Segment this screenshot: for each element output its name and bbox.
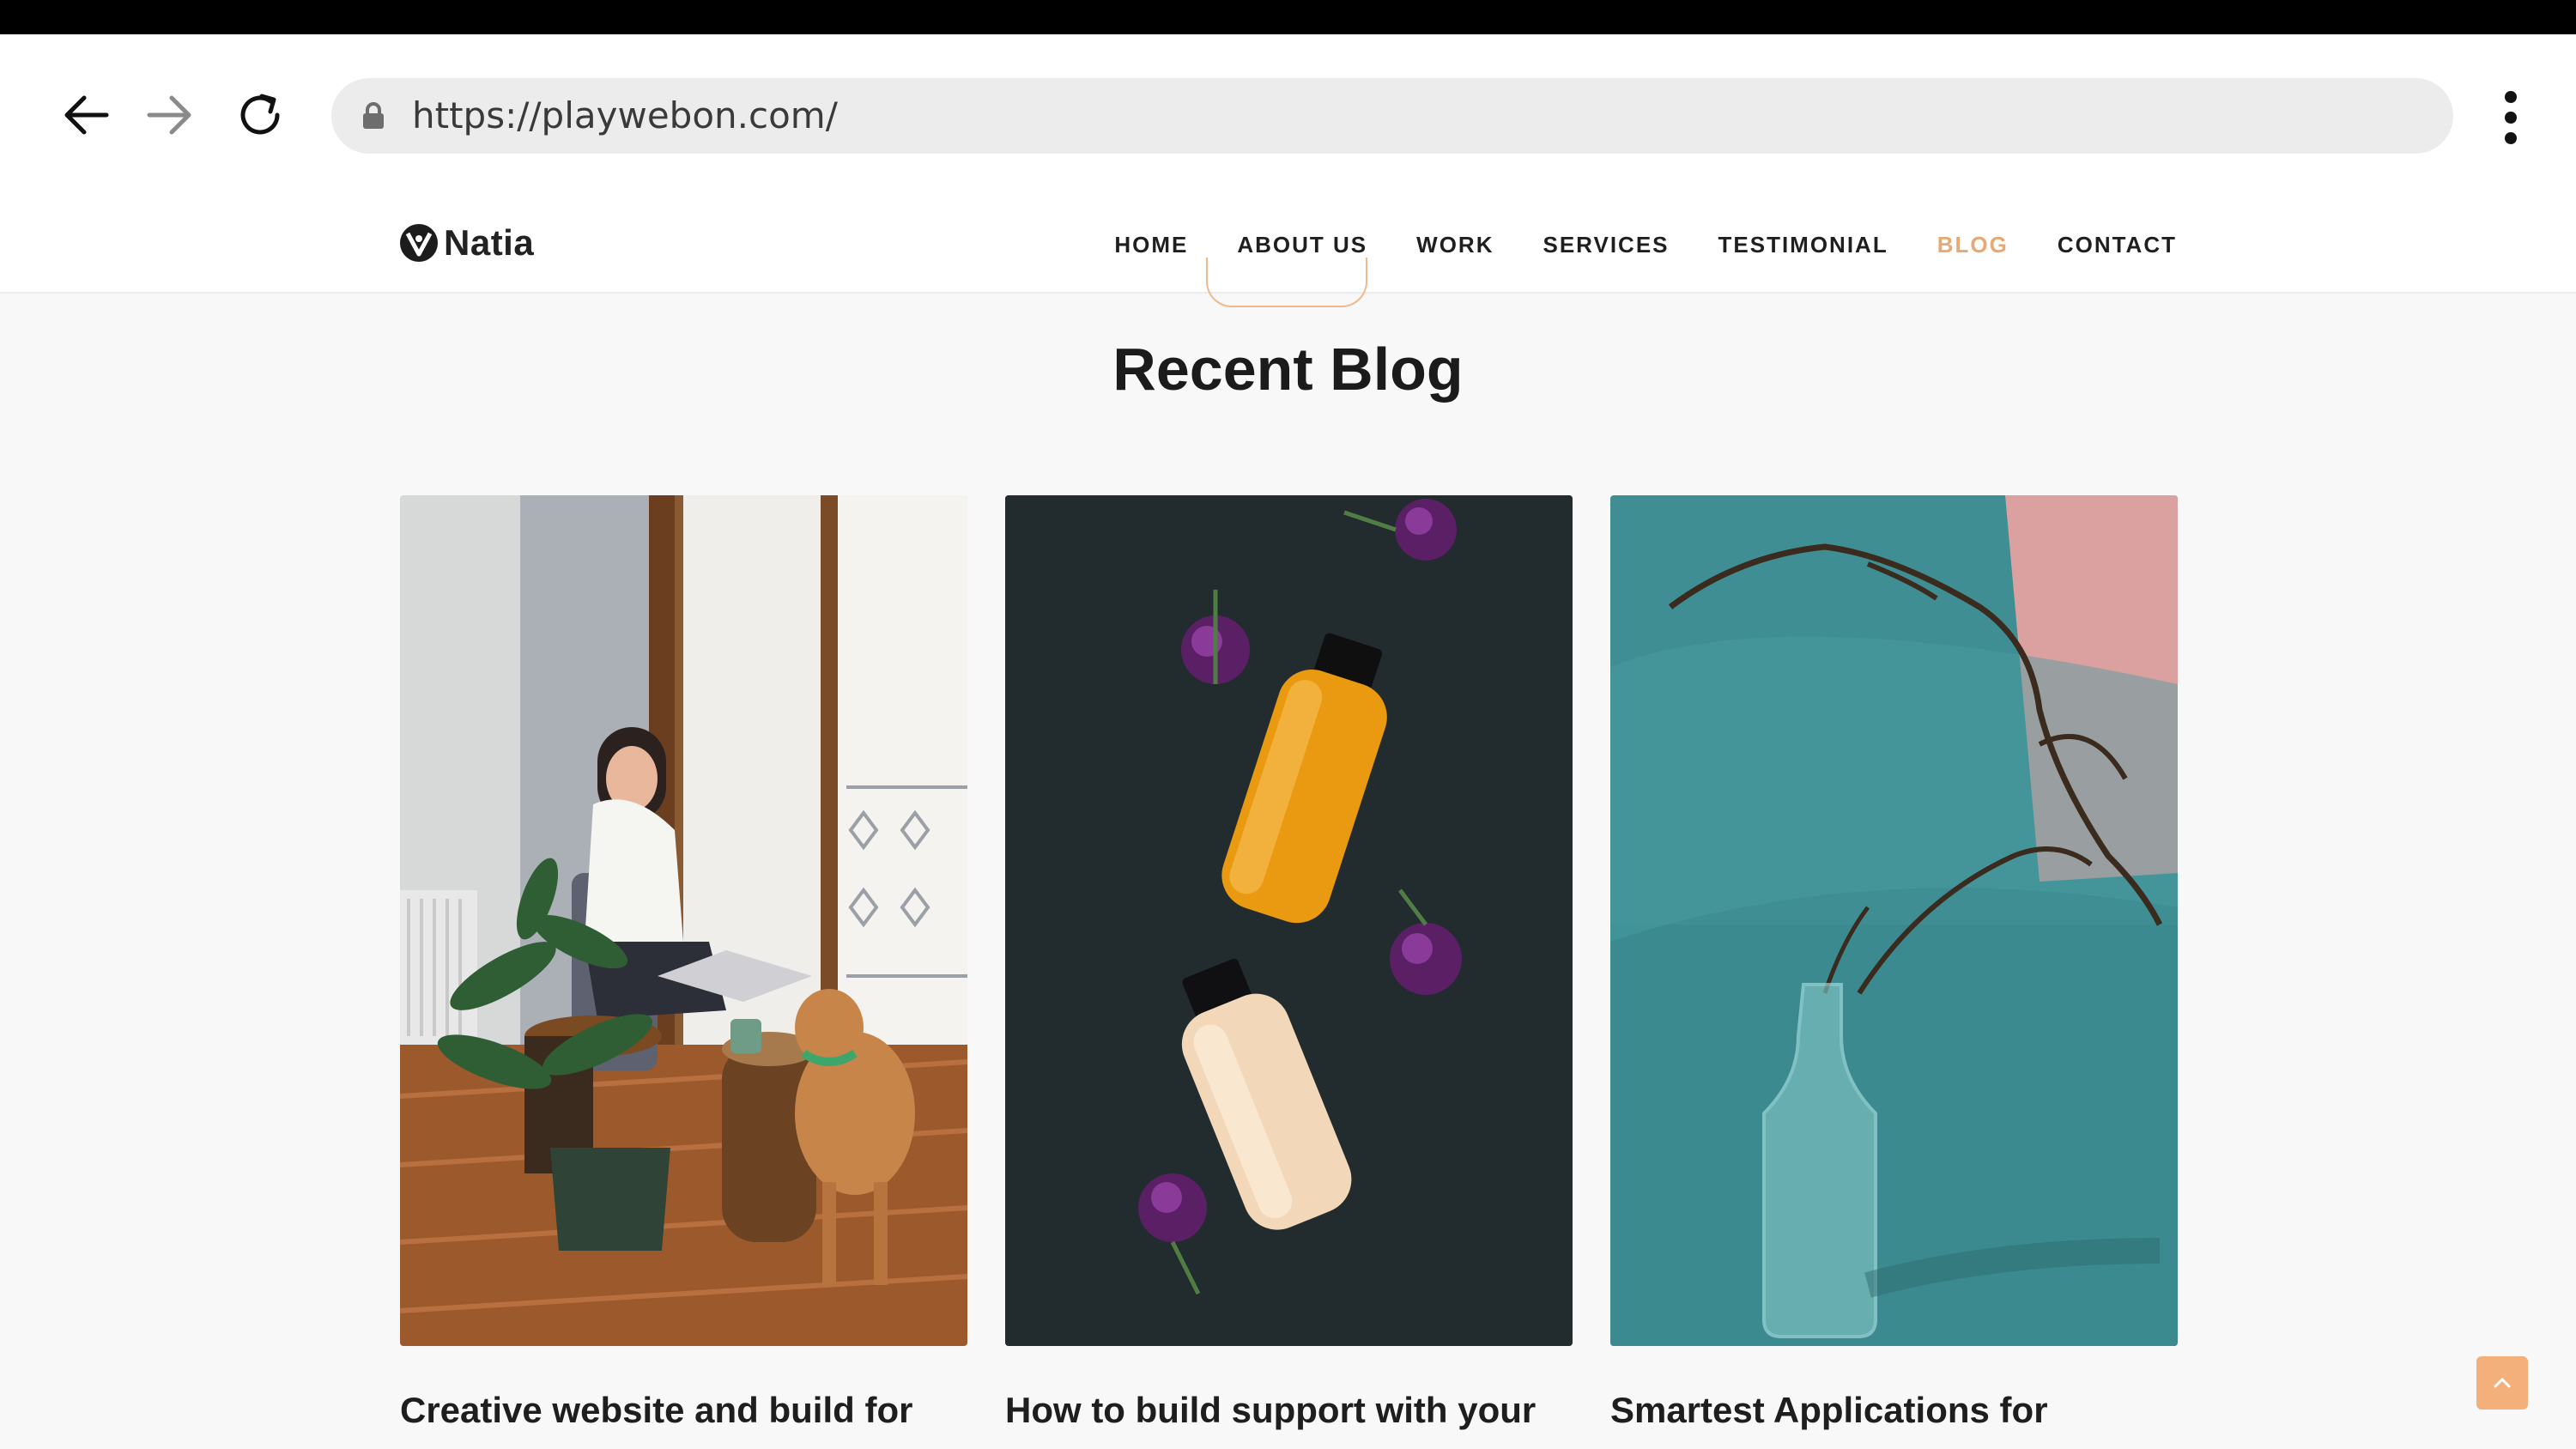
blog-post-title[interactable]: Creative website and build for	[400, 1390, 1018, 1431]
back-button[interactable]	[60, 91, 112, 139]
glass-bottle-branch-teal-photo[interactable]	[1610, 495, 2178, 1346]
blog-post-title[interactable]: Smartest Applications for	[1610, 1390, 2228, 1431]
nav-testimonial[interactable]: TESTIMONIAL	[1718, 232, 1888, 258]
woman-laptop-dog-plant-photo[interactable]	[400, 495, 967, 1346]
address-bar[interactable]: https://playwebon.com/	[331, 78, 2453, 154]
site-logo[interactable]: Natia	[399, 213, 534, 273]
blog-card[interactable]: How to build support with your	[1005, 495, 1573, 1430]
arrow-right-icon	[147, 95, 191, 135]
nav-services[interactable]: SERVICES	[1543, 232, 1669, 258]
forward-button[interactable]	[144, 91, 196, 139]
reload-button[interactable]	[233, 89, 288, 141]
lock-icon	[363, 102, 384, 129]
blog-card[interactable]: Creative website and build for	[400, 495, 967, 1430]
nav-work[interactable]: WORK	[1416, 232, 1494, 258]
url-text: https://playwebon.com/	[412, 94, 838, 136]
nav-home[interactable]: HOME	[1114, 232, 1188, 258]
blog-card[interactable]: Smartest Applications for	[1610, 495, 2178, 1430]
nav-about-us[interactable]: ABOUT US	[1237, 232, 1367, 258]
section-tag-pill	[1206, 258, 1367, 307]
arrow-left-icon	[64, 95, 109, 135]
chevron-up-icon	[2494, 1377, 2511, 1388]
section-title: Recent Blog	[1112, 336, 1464, 403]
nav-blog[interactable]: BLOG	[1937, 232, 2009, 258]
bottles-purple-flowers-photo[interactable]	[1005, 495, 1573, 1346]
nav-contact[interactable]: CONTACT	[2058, 232, 2177, 258]
logo-icon	[400, 224, 438, 262]
scroll-to-top-button[interactable]	[2476, 1356, 2528, 1410]
logo-text: Natia	[444, 222, 535, 263]
reload-icon	[240, 94, 280, 135]
top-black-strip	[0, 0, 2576, 34]
blog-post-title[interactable]: How to build support with your	[1005, 1390, 1623, 1431]
browser-menu-button[interactable]	[2498, 89, 2524, 146]
